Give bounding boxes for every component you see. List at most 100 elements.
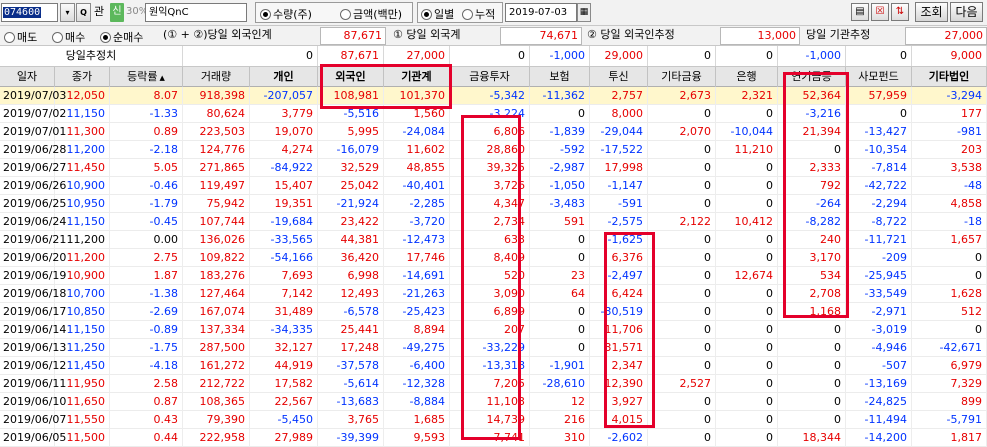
value-cell: 0 <box>648 321 716 339</box>
value-cell: -2,497 <box>590 267 648 285</box>
value-cell: 27,989 <box>250 429 318 447</box>
column-header[interactable]: 종가 <box>55 67 110 87</box>
table-row[interactable]: 2019/06/12 11,450 -4.18 161,272 44,919 -37,57… <box>0 357 987 375</box>
foreign-est-label: ② 당일 외국인추정 <box>587 28 675 41</box>
radio-checked-icon <box>421 9 432 20</box>
table-row[interactable]: 2019/06/17 10,850 -2.69 167,074 31,489 -6,578… <box>0 303 987 321</box>
table-header: 일자 종가 등락률 ▲ 거래량 개인 외국인 기관계 금융투자 보험 투신 기타금융 은행 연기금등 사모펀… <box>0 67 987 87</box>
value-cell: 31,489 <box>250 303 318 321</box>
value-cell: -5,342 <box>450 87 530 105</box>
date-cell: 2019/06/13 <box>0 339 66 357</box>
radio-amount[interactable]: 금액(백만) <box>340 6 402 23</box>
table-row[interactable]: 2019/06/05 11,500 0.44 222,958 27,989 -39,399… <box>0 429 987 447</box>
investor-trading-table[interactable]: 2019/07/03 12,050 8.07 918,398 -207,057 108,9… <box>0 87 987 447</box>
table-row[interactable]: 2019/06/21 11,200 0.00 136,026 -33,565 44,381… <box>0 231 987 249</box>
table-row[interactable]: 2019/06/27 11,450 5.05 271,865 -84,922 32,529… <box>0 159 987 177</box>
column-header[interactable]: 기타금융 <box>648 67 716 87</box>
table-row[interactable]: 2019/06/24 11,150 -0.45 107,744 -19,684 23,42… <box>0 213 987 231</box>
value-cell: 108,981 <box>318 87 384 105</box>
value-cell: -592 <box>530 141 590 159</box>
chart-icon[interactable]: ⇅ <box>891 3 909 21</box>
column-header[interactable]: 기관계 <box>384 67 450 87</box>
table-row[interactable]: 2019/06/11 11,950 2.58 212,722 17,582 -5,614-… <box>0 375 987 393</box>
table-row[interactable]: 2019/06/28 11,200 -2.18 124,776 4,274 -16,079… <box>0 141 987 159</box>
table-row[interactable]: 2019/06/13 11,250 -1.75 287,500 32,127 17,248… <box>0 339 987 357</box>
value-cell: 17,746 <box>384 249 450 267</box>
value-cell: 2,527 <box>648 375 716 393</box>
column-header[interactable]: 거래량 <box>183 67 250 87</box>
radio-daily[interactable]: 일별 <box>421 6 454 23</box>
table-row[interactable]: 2019/06/14 11,150 -0.89 137,334 -34,335 25,44… <box>0 321 987 339</box>
value-cell: 0 <box>648 177 716 195</box>
column-header[interactable]: 투신 <box>590 67 648 87</box>
column-header[interactable]: 개인 <box>250 67 318 87</box>
table-row[interactable]: 2019/06/25 10,950 -1.79 75,942 19,351 -21,924… <box>0 195 987 213</box>
lookup-button[interactable]: 조회 <box>915 2 948 22</box>
export-icon[interactable]: ☒ <box>871 3 889 21</box>
value-cell: -4,946 <box>846 339 912 357</box>
radio-quantity[interactable]: 수량(주) <box>260 6 312 23</box>
foreign-total-label: ① 당일 외국계 <box>393 28 461 41</box>
table-row[interactable]: 2019/06/07 11,550 0.43 79,390 -5,450 3,765 1,6… <box>0 411 987 429</box>
radio-unchecked-icon <box>340 9 351 20</box>
column-header[interactable]: 외국인 <box>318 67 384 87</box>
calendar-icon[interactable]: ▦ <box>577 3 591 22</box>
value-cell: 0 <box>716 393 778 411</box>
value-cell: 633 <box>450 231 530 249</box>
value-cell: -1.79 <box>110 195 183 213</box>
value-cell: 0 <box>846 105 912 123</box>
date-cell: 2019/07/01 <box>0 123 66 141</box>
table-row[interactable]: 2019/07/02 11,150 -1.33 80,624 3,779 -5,516 1,… <box>0 105 987 123</box>
table-row[interactable]: 2019/06/26 10,900 -0.46 119,497 15,407 25,042… <box>0 177 987 195</box>
table-row[interactable]: 2019/07/03 12,050 8.07 918,398 -207,057 108,9… <box>0 87 987 105</box>
table-row[interactable]: 2019/07/01 11,300 0.89 223,503 19,070 5,995 -2… <box>0 123 987 141</box>
value-cell: 2,708 <box>778 285 846 303</box>
value-cell: -13,683 <box>318 393 384 411</box>
value-cell: -39,399 <box>318 429 384 447</box>
radio-buy[interactable]: 매수 <box>52 29 85 45</box>
value-cell: 10,900 <box>55 267 110 285</box>
radio-net-buy[interactable]: 순매수 <box>100 29 143 45</box>
column-header[interactable]: 은행 <box>716 67 778 87</box>
date-cell: 2019/06/10 <box>0 393 66 411</box>
value-cell: 8,409 <box>450 249 530 267</box>
table-row[interactable]: 2019/06/10 11,650 0.87 108,365 22,567 -13,683… <box>0 393 987 411</box>
column-header[interactable]: 기타법인 <box>912 67 987 87</box>
column-header[interactable]: 연기금등 <box>778 67 846 87</box>
column-header[interactable]: 사모펀드 <box>846 67 912 87</box>
value-cell: 11,200 <box>55 249 110 267</box>
value-cell: 271,865 <box>183 159 250 177</box>
value-cell: 0 <box>530 321 590 339</box>
date-input[interactable]: 2019-07-03 <box>505 3 577 22</box>
column-header[interactable]: 일자 <box>0 67 55 87</box>
value-cell: -10,044 <box>716 123 778 141</box>
value-cell: 512 <box>912 303 987 321</box>
column-header[interactable]: 금융투자 <box>450 67 530 87</box>
column-header[interactable]: 보험 <box>530 67 590 87</box>
value-cell: 10,900 <box>55 177 110 195</box>
value-cell: 9,593 <box>384 429 450 447</box>
table-row[interactable]: 2019/06/18 10,700 -1.38 127,464 7,142 12,493-… <box>0 285 987 303</box>
chevron-down-icon[interactable]: ▾ <box>60 3 75 22</box>
search-icon[interactable]: Q <box>76 3 91 22</box>
table-view-icon[interactable]: ▤ <box>851 3 869 21</box>
value-cell: 44,919 <box>250 357 318 375</box>
value-cell: 0 <box>648 411 716 429</box>
radio-cumulative[interactable]: 누적 <box>462 6 495 23</box>
stock-name-field[interactable]: 원익QnC <box>145 3 247 22</box>
value-cell: 28,860 <box>450 141 530 159</box>
table-row[interactable]: 2019/06/19 10,900 1.87 183,276 7,693 6,998 -14… <box>0 267 987 285</box>
value-cell: -209 <box>846 249 912 267</box>
value-cell: -981 <box>912 123 987 141</box>
sort-icon[interactable]: ▲ <box>159 74 164 82</box>
table-row[interactable]: 2019/06/20 11,200 2.75 109,822 -54,166 36,420… <box>0 249 987 267</box>
value-cell: 2.75 <box>110 249 183 267</box>
next-button[interactable]: 다음 <box>950 2 983 22</box>
period-radio-group: 일별 누적 <box>417 2 503 23</box>
radio-sell[interactable]: 매도 <box>4 29 37 45</box>
value-cell: 223,503 <box>183 123 250 141</box>
stock-code-input[interactable]: 074600 <box>1 3 58 22</box>
value-cell: -42,671 <box>912 339 987 357</box>
column-header[interactable]: 등락률 ▲ <box>110 67 183 87</box>
value-cell: 101,370 <box>384 87 450 105</box>
